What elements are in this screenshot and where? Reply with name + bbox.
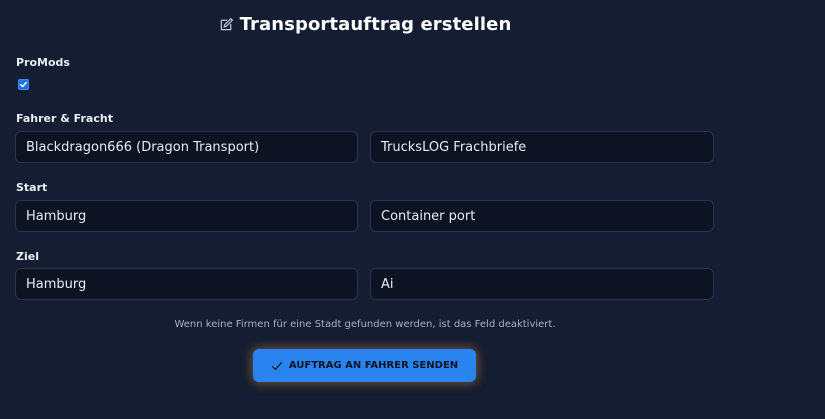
start-company-select[interactable]: Container port bbox=[370, 200, 714, 232]
page-title: Transportauftrag erstellen bbox=[239, 14, 512, 35]
edit-icon bbox=[219, 17, 234, 32]
driver-select[interactable]: Blackdragon666 (Dragon Transport) bbox=[15, 131, 358, 163]
start-label: Start bbox=[16, 181, 48, 194]
page-header: Transportauftrag erstellen bbox=[0, 14, 730, 35]
promods-label: ProMods bbox=[16, 56, 70, 69]
cargo-select[interactable]: TrucksLOG Frachbriefe bbox=[370, 131, 714, 163]
driver-cargo-label: Fahrer & Fracht bbox=[16, 112, 113, 125]
start-city-select[interactable]: Hamburg bbox=[15, 200, 358, 232]
checkmark-icon bbox=[20, 81, 27, 88]
hint-text: Wenn keine Firmen für eine Stadt gefunde… bbox=[174, 319, 556, 330]
destination-city-select[interactable]: Hamburg bbox=[15, 268, 358, 300]
destination-label: Ziel bbox=[16, 250, 39, 263]
transport-order-form: Transportauftrag erstellen ProMods Fahre… bbox=[0, 0, 825, 419]
promods-checkbox[interactable] bbox=[18, 79, 29, 90]
send-order-button[interactable]: AUFTRAG AN FAHRER SENDEN bbox=[253, 349, 476, 382]
destination-company-select[interactable]: Ai bbox=[370, 268, 714, 300]
check-icon bbox=[271, 361, 282, 370]
send-order-button-label: AUFTRAG AN FAHRER SENDEN bbox=[288, 360, 459, 371]
